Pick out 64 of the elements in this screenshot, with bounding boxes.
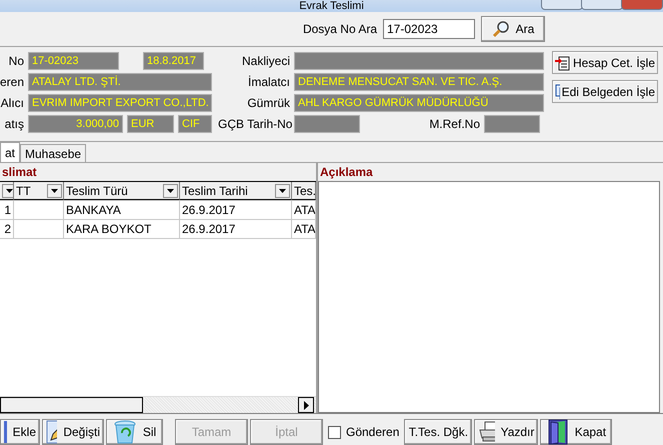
readonly-field	[484, 115, 540, 133]
field-label: GÇB Tarih-No	[218, 117, 290, 131]
readonly-field: 18.8.2017	[143, 52, 204, 70]
field-label: atış	[4, 117, 24, 131]
readonly-field: EVRIM IMPORT EXPORT CO.,LTD.	[28, 94, 212, 112]
table-cell: 26.9.2017	[180, 220, 292, 238]
tab[interactable]: Muhasebe	[20, 144, 86, 162]
readonly-field: DENEME MENSUCAT SAN. VE TIC. A.Ş.	[294, 73, 544, 91]
readonly-field: 17-02023	[28, 52, 119, 70]
search-field[interactable]: 17-02023	[383, 19, 475, 39]
field-label: Nakliyeci	[240, 54, 290, 68]
column-header[interactable]: TT	[14, 182, 64, 200]
toolbar-button[interactable]: Kapat	[540, 419, 612, 445]
dropdown-arrow-icon[interactable]	[167, 188, 174, 192]
scrollbar-thumb[interactable]	[0, 397, 143, 413]
checkbox[interactable]	[328, 426, 341, 438]
readonly-field: AHL KARGO GÜMRÜK MÜDÜRLÜĞÜ	[294, 94, 544, 112]
minimize-button[interactable]	[541, 0, 583, 10]
table-cell: 2	[0, 220, 14, 238]
scroll-right-button[interactable]	[298, 397, 314, 413]
dropdown-arrow-icon[interactable]	[6, 188, 13, 192]
field-label: No	[8, 54, 24, 68]
table-cell: 1	[0, 201, 14, 219]
readonly-field: EUR	[127, 115, 174, 133]
action-button[interactable]: Hesap Cet. İşle	[552, 51, 658, 74]
panel-title: slimat	[1, 164, 38, 181]
table-cell: BANKAYA	[64, 201, 180, 219]
toolbar-button[interactable]: Değişti	[42, 419, 104, 445]
document-arrow-icon	[555, 54, 571, 70]
readonly-field: 3.000,00	[28, 115, 123, 133]
field-label: eren	[0, 75, 24, 89]
window-title: Evrak Teslimi	[299, 0, 364, 12]
tab[interactable]: at	[0, 142, 20, 162]
toolbar-button[interactable]: Ekle	[0, 419, 40, 445]
readonly-field: ATALAY LTD. ŞTİ.	[28, 73, 212, 91]
search-icon	[492, 20, 510, 38]
action-button[interactable]: Edi Belgeden İşle	[552, 80, 658, 103]
table-cell: KARA BOYKOT	[64, 220, 180, 238]
table-cell: 26.9.2017	[180, 201, 292, 219]
right-arrow-icon	[304, 400, 308, 410]
field-label: İmalatcı	[246, 75, 290, 89]
maximize-button[interactable]	[581, 0, 623, 10]
search-label: Dosya No Ara	[302, 22, 377, 36]
field-label: Gümrük	[246, 96, 290, 110]
search-button[interactable]: Ara	[481, 16, 545, 42]
panel-title: Açıklama	[319, 164, 374, 181]
recycle-bin-icon	[112, 419, 137, 445]
readonly-field: CIF	[178, 115, 212, 133]
checkbox-label: Gönderen	[346, 425, 400, 439]
toolbar-button[interactable]: Sil	[106, 419, 163, 445]
add-icon	[4, 421, 7, 443]
column-header[interactable]: Teslim Tarihi	[180, 182, 292, 200]
readonly-field	[294, 115, 360, 133]
field-label: M.Ref.No	[428, 117, 480, 131]
dropdown-arrow-icon[interactable]	[51, 188, 58, 192]
printer-icon	[478, 421, 495, 443]
toolbar-button[interactable]: Yazdır	[474, 419, 538, 445]
column-header[interactable]: Teslim Türü	[64, 182, 180, 200]
toolbar-button[interactable]: T.Tes. Dğk.	[404, 419, 472, 445]
door-icon	[546, 419, 569, 445]
column-header[interactable]: Tes.	[292, 182, 316, 200]
pencil-icon	[46, 420, 58, 444]
field-label: Alıcı	[0, 96, 24, 110]
dropdown-arrow-icon[interactable]	[279, 188, 286, 192]
